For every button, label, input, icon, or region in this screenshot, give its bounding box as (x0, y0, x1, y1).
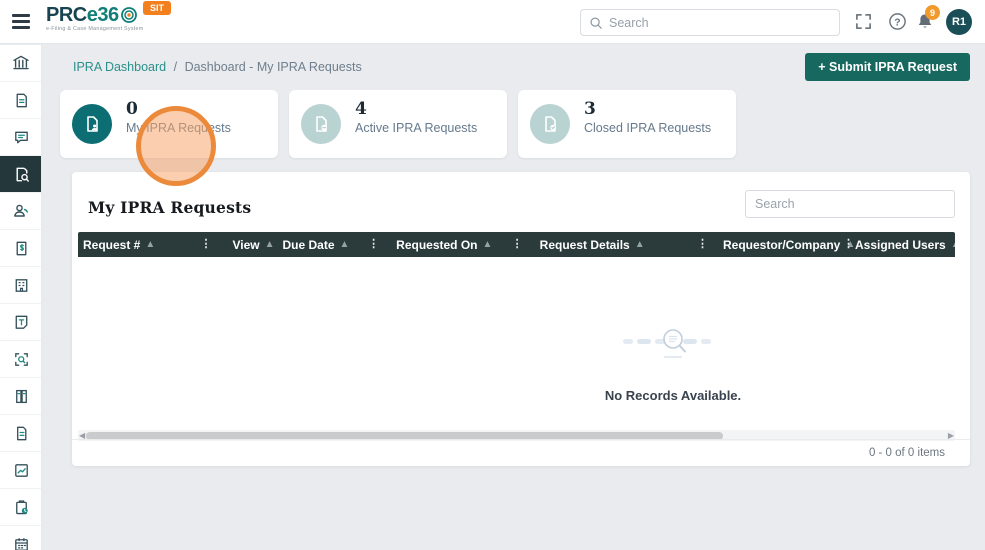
column-menu-icon[interactable]: ⋮ (512, 239, 523, 250)
column-header-requestor-company[interactable]: Requestor/Company ▲ (723, 238, 855, 252)
environment-badge: SIT (143, 1, 172, 15)
user-avatar[interactable]: R1 (946, 9, 972, 35)
sort-asc-icon: ▲ (482, 239, 493, 250)
submit-ipra-request-button[interactable]: + Submit IPRA Request (805, 53, 970, 81)
column-menu-icon[interactable]: ⋮ (843, 239, 854, 250)
main-content: IPRA Dashboard / Dashboard - My IPRA Req… (42, 44, 985, 550)
no-records-icon (623, 329, 711, 358)
menu-toggle-icon[interactable] (12, 14, 30, 29)
help-icon[interactable]: ? (888, 12, 907, 31)
bank-icon (13, 55, 29, 70)
notification-badge[interactable]: 9 (925, 5, 940, 20)
search-icon (590, 16, 602, 29)
logo-tagline: e-Filing & Case Management System (46, 26, 144, 32)
empty-message: No Records Available. (604, 388, 742, 403)
document-icon (16, 93, 27, 107)
column-header-assigned-users[interactable]: Assigned Users▲ (855, 238, 955, 252)
sort-asc-icon: ▲ (145, 239, 156, 250)
sidebar-item-billing[interactable] (0, 230, 41, 267)
sidebar-item-search-records[interactable] (0, 341, 41, 378)
sidebar-item-ledgers[interactable] (0, 378, 41, 415)
column-header-requested-on[interactable]: Requested On ▲ (396, 238, 496, 252)
scan-search-icon (14, 352, 28, 366)
users-icon (14, 204, 28, 217)
breadcrumb-current: Dashboard - My IPRA Requests (184, 60, 362, 74)
sidebar-nav (0, 45, 42, 550)
document-check-icon (530, 104, 570, 144)
sidebar-item-documents[interactable] (0, 82, 41, 119)
sidebar-item-calendar[interactable] (0, 526, 41, 550)
column-header-due-date[interactable]: Due Date ▲ (282, 238, 352, 252)
stat-value: 3 (584, 99, 596, 119)
sidebar-item-analytics[interactable] (0, 452, 41, 489)
document-search-icon (16, 167, 29, 182)
stat-card-closed-ipra-requests[interactable]: 3 Closed IPRA Requests (518, 90, 736, 158)
fullscreen-icon[interactable] (855, 13, 872, 30)
sidebar-item-tasks[interactable] (0, 489, 41, 526)
document-minus-icon (301, 104, 341, 144)
column-menu-icon[interactable]: ⋮ (368, 239, 379, 250)
sort-asc-icon: ▲ (339, 239, 350, 250)
template-icon (15, 315, 27, 329)
stat-value: 0 (126, 99, 138, 119)
breadcrumb-link-ipra-dashboard[interactable]: IPRA Dashboard (73, 60, 166, 74)
table-header: Request # ▲ ⋮ View ▲ Due Date ▲ ⋮ Requested… (78, 232, 955, 257)
sidebar-item-users[interactable] (0, 193, 41, 230)
stat-value: 4 (355, 99, 367, 119)
table-search-input[interactable] (745, 190, 955, 218)
svg-text:?: ? (894, 17, 900, 28)
sort-asc-icon: ▲ (264, 239, 275, 250)
sidebar-item-ipra-requests[interactable] (0, 156, 41, 193)
invoice-dollar-icon (16, 241, 26, 255)
stat-cards: 0 My IPRA Requests 4 Active IPRA Request… (60, 90, 736, 158)
sort-asc-icon: ▲ (634, 239, 645, 250)
column-header-view[interactable]: View ▲ (232, 238, 274, 252)
sidebar-item-organizations[interactable] (0, 267, 41, 304)
column-header-request-number[interactable]: Request # ▲ (83, 238, 190, 252)
file-icon (16, 426, 26, 440)
global-search[interactable] (580, 9, 840, 36)
logo-text-e36: e36 (86, 4, 119, 26)
stat-label: Active IPRA Requests (355, 121, 478, 135)
panel-title: My IPRA Requests (88, 198, 252, 217)
sidebar-item-templates[interactable] (0, 304, 41, 341)
column-header-request-details[interactable]: Request Details ▲ (540, 238, 679, 252)
target-rings-icon (120, 7, 137, 23)
sidebar-item-messages[interactable] (0, 119, 41, 156)
empty-state: No Records Available. (538, 319, 808, 403)
app-logo[interactable]: PRC e36 e-Filing & Case Management System (46, 5, 144, 32)
breadcrumb: IPRA Dashboard / Dashboard - My IPRA Req… (73, 60, 362, 74)
stat-label: My IPRA Requests (126, 121, 231, 135)
sidebar-item-reports[interactable] (0, 415, 41, 452)
stat-label: Closed IPRA Requests (584, 121, 712, 135)
column-menu-icon[interactable]: ⋮ (697, 239, 708, 250)
table-body: No Records Available. (78, 257, 955, 430)
top-bar: PRC e36 e-Filing & Case Management System… (0, 0, 985, 44)
breadcrumb-separator: / (173, 60, 178, 74)
logo-text-prc: PRC (46, 4, 87, 26)
stat-card-my-ipra-requests[interactable]: 0 My IPRA Requests (60, 90, 278, 158)
sort-asc-icon: ▲ (951, 239, 955, 250)
sidebar-item-institution[interactable] (0, 45, 41, 82)
search-input[interactable] (609, 15, 839, 30)
document-person-icon (72, 104, 112, 144)
column-menu-icon[interactable]: ⋮ (200, 239, 211, 250)
stat-card-active-ipra-requests[interactable]: 4 Active IPRA Requests (289, 90, 507, 158)
building-icon (15, 278, 27, 292)
clipboard-clock-icon (15, 499, 28, 514)
chat-icon (14, 131, 28, 143)
my-ipra-requests-panel: My IPRA Requests Request #▲ ⋮ View▲ Due … (72, 172, 970, 466)
calendar-icon (14, 537, 28, 550)
pagination-status: 0 - 0 of 0 items (72, 439, 970, 466)
ledger-icon (15, 389, 27, 403)
chart-icon (14, 463, 28, 477)
